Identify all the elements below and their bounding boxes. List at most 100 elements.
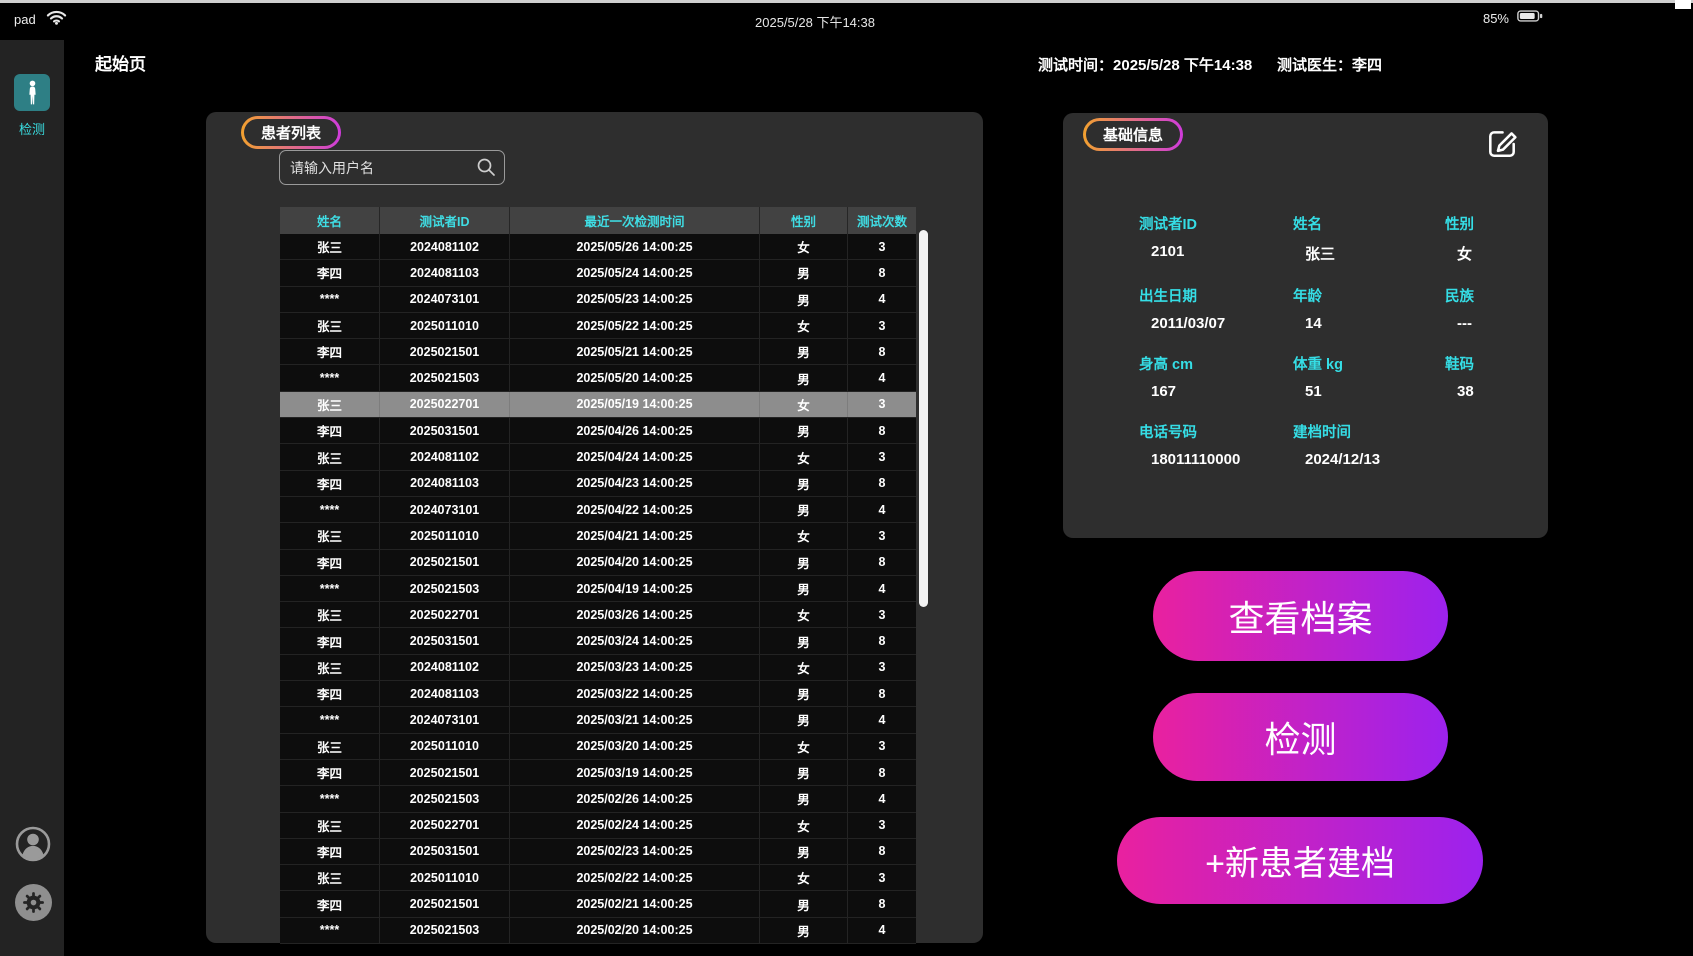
patient-cell: **** [280, 918, 380, 943]
patient-row[interactable]: 李四20250215012025/02/21 14:00:25男8 [280, 891, 916, 917]
patient-row[interactable]: 李四20250315012025/03/24 14:00:25男8 [280, 628, 916, 654]
patient-cell: 3 [848, 313, 916, 338]
patient-cell: 张三 [280, 865, 380, 890]
profile-icon[interactable] [15, 826, 51, 862]
patient-cell: 2024081103 [380, 260, 510, 285]
patient-row[interactable]: ****20240731012025/03/21 14:00:25男4 [280, 707, 916, 733]
patient-cell: 张三 [280, 602, 380, 627]
patient-cell: 4 [848, 786, 916, 811]
battery-percent: 85% [1483, 11, 1509, 26]
patient-cell: 8 [848, 681, 916, 706]
column-header: 性别 [760, 207, 848, 234]
patient-cell: 2025/05/21 14:00:25 [510, 339, 760, 364]
person-standing-icon [14, 74, 50, 111]
patient-cell: 男 [760, 365, 848, 390]
patient-row[interactable]: 张三20250110102025/02/22 14:00:25女3 [280, 865, 916, 891]
patient-row[interactable]: 张三20250227012025/05/19 14:00:25女3 [280, 392, 916, 418]
search-box [279, 150, 505, 185]
patient-cell: 2025021503 [380, 365, 510, 390]
info-field-label: 测试者ID [1139, 213, 1293, 234]
patient-row[interactable]: 张三20240811022025/03/23 14:00:25女3 [280, 655, 916, 681]
basic-info-title: 基础信息 [1086, 121, 1180, 148]
patient-row[interactable]: 李四20240811032025/05/24 14:00:25男8 [280, 260, 916, 286]
patient-row[interactable]: 李四20240811032025/03/22 14:00:25男8 [280, 681, 916, 707]
info-field-value: 2101 [1151, 243, 1293, 260]
patient-cell: 男 [760, 471, 848, 496]
patient-row[interactable]: 张三20250110102025/04/21 14:00:25女3 [280, 523, 916, 549]
patient-cell: 李四 [280, 891, 380, 916]
sidebar: 检测 [0, 40, 64, 956]
patient-cell: 2024073101 [380, 497, 510, 522]
patient-cell: 2025/05/22 14:00:25 [510, 313, 760, 338]
settings-gear-icon[interactable] [15, 884, 52, 921]
patient-cell: 2025/05/24 14:00:25 [510, 260, 760, 285]
patient-cell: 李四 [280, 550, 380, 575]
patient-cell: 张三 [280, 523, 380, 548]
patient-cell: 2025/03/23 14:00:25 [510, 655, 760, 680]
info-field-label: 身高 cm [1139, 353, 1293, 374]
patient-row[interactable]: ****20250215032025/02/20 14:00:25男4 [280, 918, 916, 944]
window-top-strip [0, 0, 1693, 3]
patient-cell: 2024081102 [380, 655, 510, 680]
patient-row[interactable]: 李四20250315012025/04/26 14:00:25男8 [280, 418, 916, 444]
patient-cell: 2025/05/23 14:00:25 [510, 287, 760, 312]
patient-row[interactable]: 张三20240811022025/04/24 14:00:25女3 [280, 444, 916, 470]
patient-row[interactable]: 张三20250110102025/05/22 14:00:25女3 [280, 313, 916, 339]
patient-row[interactable]: 李四20250215012025/04/20 14:00:25男8 [280, 550, 916, 576]
patient-row[interactable]: 李四20240811032025/04/23 14:00:25男8 [280, 471, 916, 497]
patient-cell: 2024073101 [380, 707, 510, 732]
patient-cell: **** [280, 707, 380, 732]
patient-cell: 女 [760, 813, 848, 838]
view-archive-button[interactable]: 查看档案 [1153, 571, 1448, 661]
info-field-label: 电话号码 [1139, 421, 1293, 442]
patient-cell: **** [280, 287, 380, 312]
patient-row[interactable]: 张三20250227012025/02/24 14:00:25女3 [280, 813, 916, 839]
patient-cell: 2025022701 [380, 813, 510, 838]
test-doctor-value: 李四 [1352, 57, 1382, 74]
info-field: 鞋码38 [1445, 353, 1532, 400]
info-field: 性别女 [1445, 213, 1532, 264]
edit-icon[interactable] [1485, 126, 1519, 160]
patient-cell: 张三 [280, 655, 380, 680]
patient-cell: 男 [760, 497, 848, 522]
patient-cell: 2025/04/21 14:00:25 [510, 523, 760, 548]
patient-row[interactable]: ****20250215032025/02/26 14:00:25男4 [280, 786, 916, 812]
patient-row[interactable]: 李四20250215012025/03/19 14:00:25男8 [280, 760, 916, 786]
sidebar-item-detect[interactable]: 检测 [0, 74, 64, 138]
basic-info-panel: 基础信息 测试者ID2101姓名张三性别女出生日期2011/03/07年龄14民… [1063, 113, 1548, 538]
patient-cell: 2025/02/24 14:00:25 [510, 813, 760, 838]
patient-row[interactable]: 李四20250315012025/02/23 14:00:25男8 [280, 839, 916, 865]
patient-row[interactable]: ****20250215032025/05/20 14:00:25男4 [280, 365, 916, 391]
search-icon[interactable] [476, 157, 496, 182]
patient-row[interactable]: 张三20250110102025/03/20 14:00:25女3 [280, 734, 916, 760]
patient-cell: 2025/04/24 14:00:25 [510, 444, 760, 469]
info-field-label: 年龄 [1293, 285, 1445, 306]
detect-button[interactable]: 检测 [1153, 693, 1448, 781]
search-input[interactable] [279, 150, 505, 185]
patient-cell: 4 [848, 918, 916, 943]
patient-row[interactable]: 李四20250215012025/05/21 14:00:25男8 [280, 339, 916, 365]
info-field-value: 2011/03/07 [1151, 315, 1293, 332]
patient-row[interactable]: 张三20250227012025/03/26 14:00:25女3 [280, 602, 916, 628]
patient-cell: 2025/02/26 14:00:25 [510, 786, 760, 811]
patient-row[interactable]: ****20240731012025/04/22 14:00:25男4 [280, 497, 916, 523]
info-field-label: 民族 [1445, 285, 1532, 306]
patient-cell: 男 [760, 891, 848, 916]
patient-cell: 3 [848, 602, 916, 627]
patient-row[interactable]: ****20240731012025/05/23 14:00:25男4 [280, 287, 916, 313]
column-header: 测试者ID [380, 207, 510, 234]
patient-cell: 2025/02/22 14:00:25 [510, 865, 760, 890]
patient-row[interactable]: ****20250215032025/04/19 14:00:25男4 [280, 576, 916, 602]
patient-cell: 李四 [280, 681, 380, 706]
info-field: 体重 kg51 [1293, 353, 1445, 400]
patient-cell: 2025022701 [380, 602, 510, 627]
patient-cell: 8 [848, 471, 916, 496]
new-patient-button[interactable]: +新患者建档 [1117, 817, 1483, 904]
patient-table-body: 张三20240811022025/05/26 14:00:25女3李四20240… [280, 234, 916, 944]
patient-cell: 3 [848, 234, 916, 259]
patient-row[interactable]: 张三20240811022025/05/26 14:00:25女3 [280, 234, 916, 260]
info-field-value: 167 [1151, 383, 1293, 400]
test-time: 测试时间：2025/5/28 下午14:38 [1038, 54, 1252, 75]
table-scrollbar-thumb[interactable] [919, 230, 928, 607]
patient-cell: 男 [760, 576, 848, 601]
